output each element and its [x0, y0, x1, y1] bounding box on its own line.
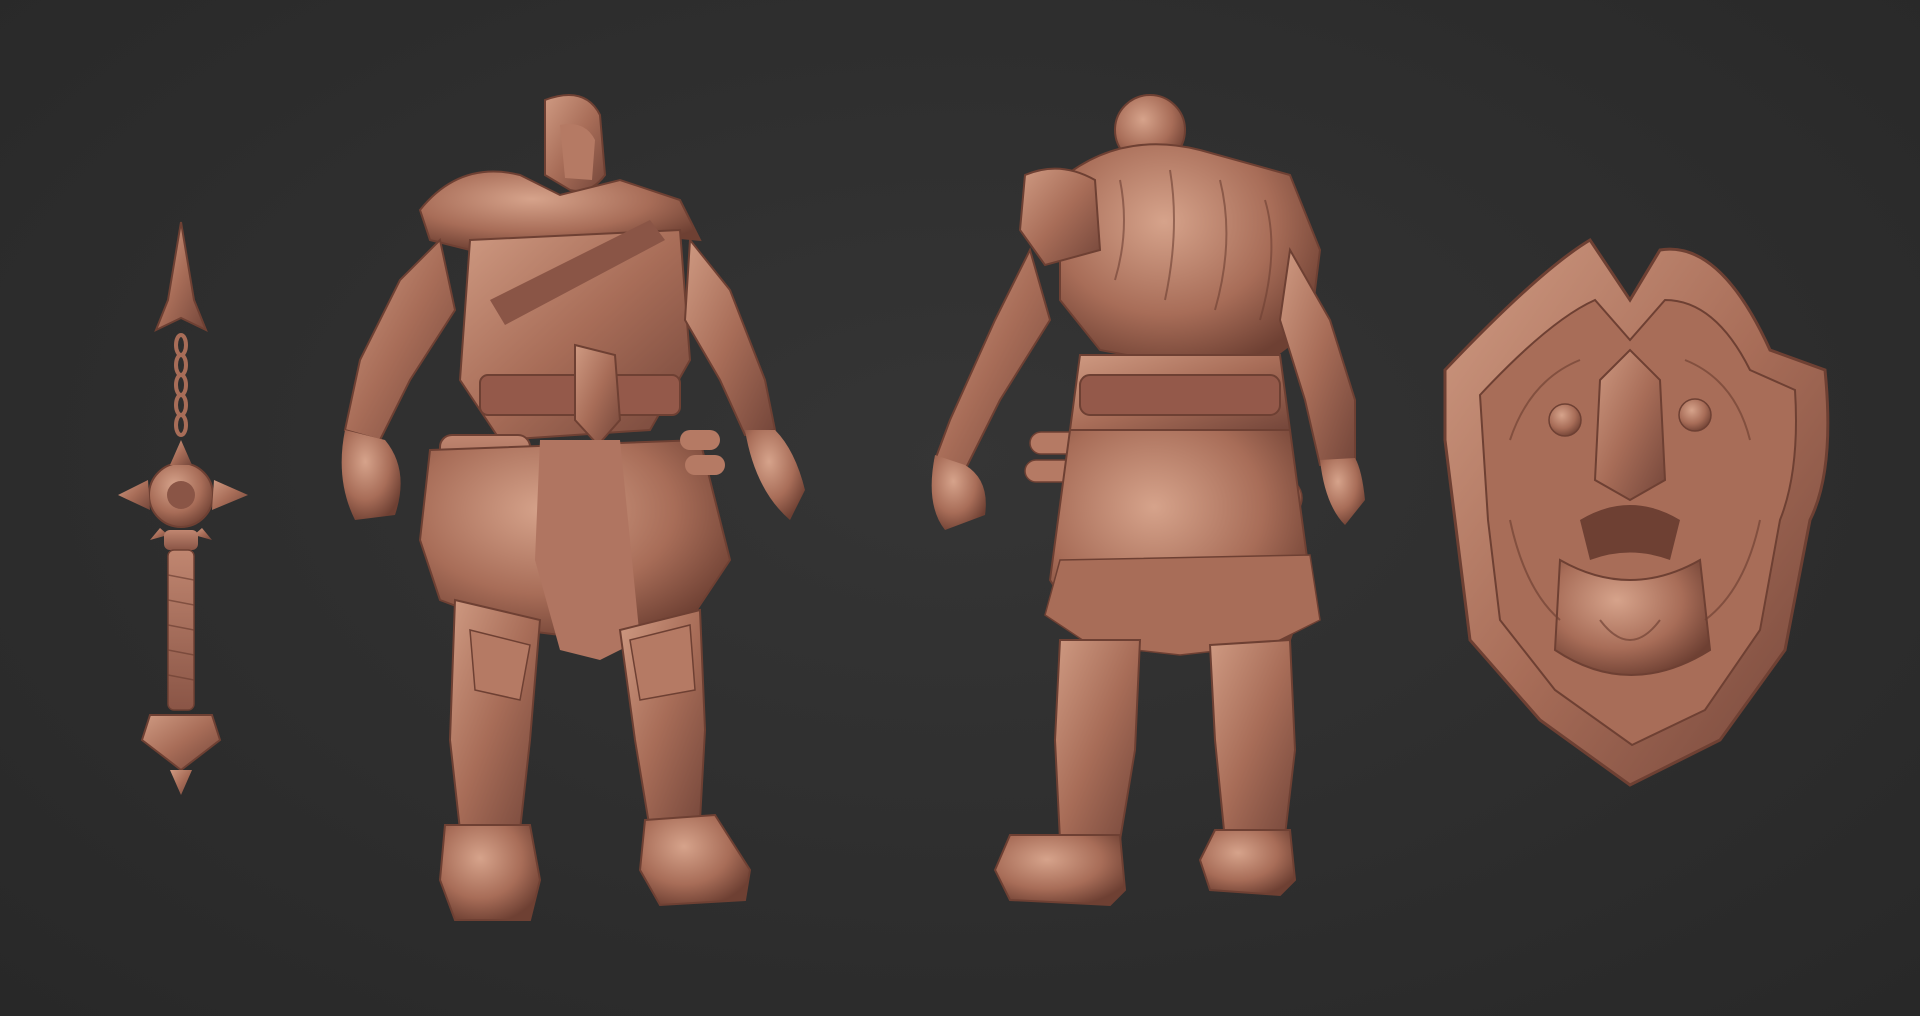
- sculpt-viewport: [0, 0, 1920, 1016]
- lion-shield: [1443, 237, 1830, 787]
- flail-weapon: [118, 221, 248, 795]
- warrior-front-figure: [341, 94, 805, 921]
- sculpt-scene: [118, 94, 1830, 921]
- warrior-back-figure: [931, 94, 1365, 907]
